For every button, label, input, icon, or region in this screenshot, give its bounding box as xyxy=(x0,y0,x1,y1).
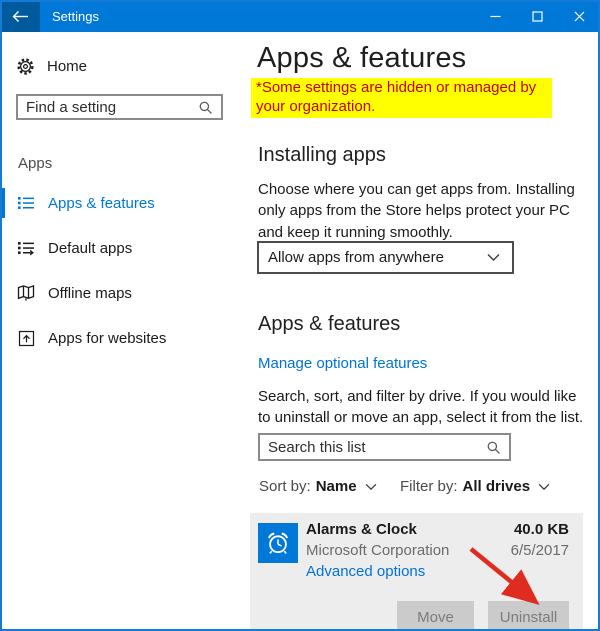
app-name: Alarms & Clock xyxy=(306,521,417,538)
alarms-clock-app-icon xyxy=(258,523,298,563)
uninstall-button[interactable]: Uninstall xyxy=(488,601,569,631)
close-icon xyxy=(574,11,585,22)
sidebar-item-apps-features[interactable]: Apps & features xyxy=(0,187,240,219)
advanced-options-link[interactable]: Advanced options xyxy=(306,563,425,580)
sort-by-label: Sort by: xyxy=(259,478,311,495)
installing-apps-heading: Installing apps xyxy=(258,144,386,167)
sidebar-item-label: Default apps xyxy=(48,240,132,257)
apps-features-icon xyxy=(16,194,36,212)
back-button[interactable] xyxy=(0,0,40,32)
close-button[interactable] xyxy=(558,0,600,32)
app-size: 40.0 KB xyxy=(514,521,569,538)
app-publisher: Microsoft Corporation xyxy=(306,542,449,559)
sidebar-item-label: Apps & features xyxy=(48,195,155,212)
apps-features-description: Search, sort, and filter by drive. If yo… xyxy=(258,386,586,429)
search-this-list-search[interactable] xyxy=(258,433,511,461)
minimize-button[interactable] xyxy=(474,0,516,32)
filter-by-label: Filter by: xyxy=(400,478,458,495)
maximize-button[interactable] xyxy=(516,0,558,32)
sidebar-item-default-apps[interactable]: Default apps xyxy=(0,232,240,264)
title-bar: Settings xyxy=(0,0,600,32)
chevron-down-icon xyxy=(365,483,377,491)
sidebar-item-label: Apps for websites xyxy=(48,330,166,347)
gear-icon xyxy=(16,57,35,76)
search-this-list-input[interactable] xyxy=(260,439,486,456)
dropdown-selected-value: Allow apps from anywhere xyxy=(268,249,487,266)
app-install-date: 6/5/2017 xyxy=(511,542,569,559)
offline-maps-icon xyxy=(16,284,36,302)
chevron-down-icon xyxy=(538,483,550,491)
search-icon xyxy=(486,440,501,455)
page-title: Apps & features xyxy=(257,42,466,75)
find-a-setting-input[interactable] xyxy=(18,99,198,116)
sidebar-section-apps: Apps xyxy=(18,155,52,172)
home-label: Home xyxy=(47,58,87,75)
minimize-icon xyxy=(490,11,501,22)
filter-by-value: All drives xyxy=(463,478,531,495)
find-a-setting-search[interactable] xyxy=(16,94,223,120)
maximize-icon xyxy=(532,11,543,22)
window-title: Settings xyxy=(52,0,99,32)
move-button[interactable]: Move xyxy=(397,601,474,631)
sidebar-item-home[interactable]: Home xyxy=(16,52,87,80)
apps-features-heading: Apps & features xyxy=(258,313,400,336)
filter-by-dropdown[interactable]: Filter by: All drives xyxy=(400,478,550,495)
search-icon xyxy=(198,100,213,115)
settings-window: Settings Home Apps xyxy=(0,0,600,631)
manage-optional-features-link[interactable]: Manage optional features xyxy=(258,355,427,372)
apps-for-websites-icon xyxy=(16,330,36,347)
window-controls xyxy=(474,0,600,32)
app-list-item-alarms-clock[interactable]: Alarms & Clock Microsoft Corporation Adv… xyxy=(250,513,583,631)
managed-organization-notice: *Some settings are hidden or managed by … xyxy=(251,78,552,118)
sidebar-item-offline-maps[interactable]: Offline maps xyxy=(0,277,240,309)
sort-by-dropdown[interactable]: Sort by: Name xyxy=(259,478,377,495)
installing-apps-description: Choose where you can get apps from. Inst… xyxy=(258,179,583,243)
chevron-down-icon xyxy=(487,253,500,262)
selection-indicator xyxy=(0,188,5,218)
sort-by-value: Name xyxy=(316,478,357,495)
app-sources-dropdown[interactable]: Allow apps from anywhere xyxy=(257,241,514,274)
sidebar-item-label: Offline maps xyxy=(48,285,132,302)
default-apps-icon xyxy=(16,239,36,257)
sidebar-item-apps-for-websites[interactable]: Apps for websites xyxy=(0,322,240,354)
back-arrow-icon xyxy=(12,10,29,23)
